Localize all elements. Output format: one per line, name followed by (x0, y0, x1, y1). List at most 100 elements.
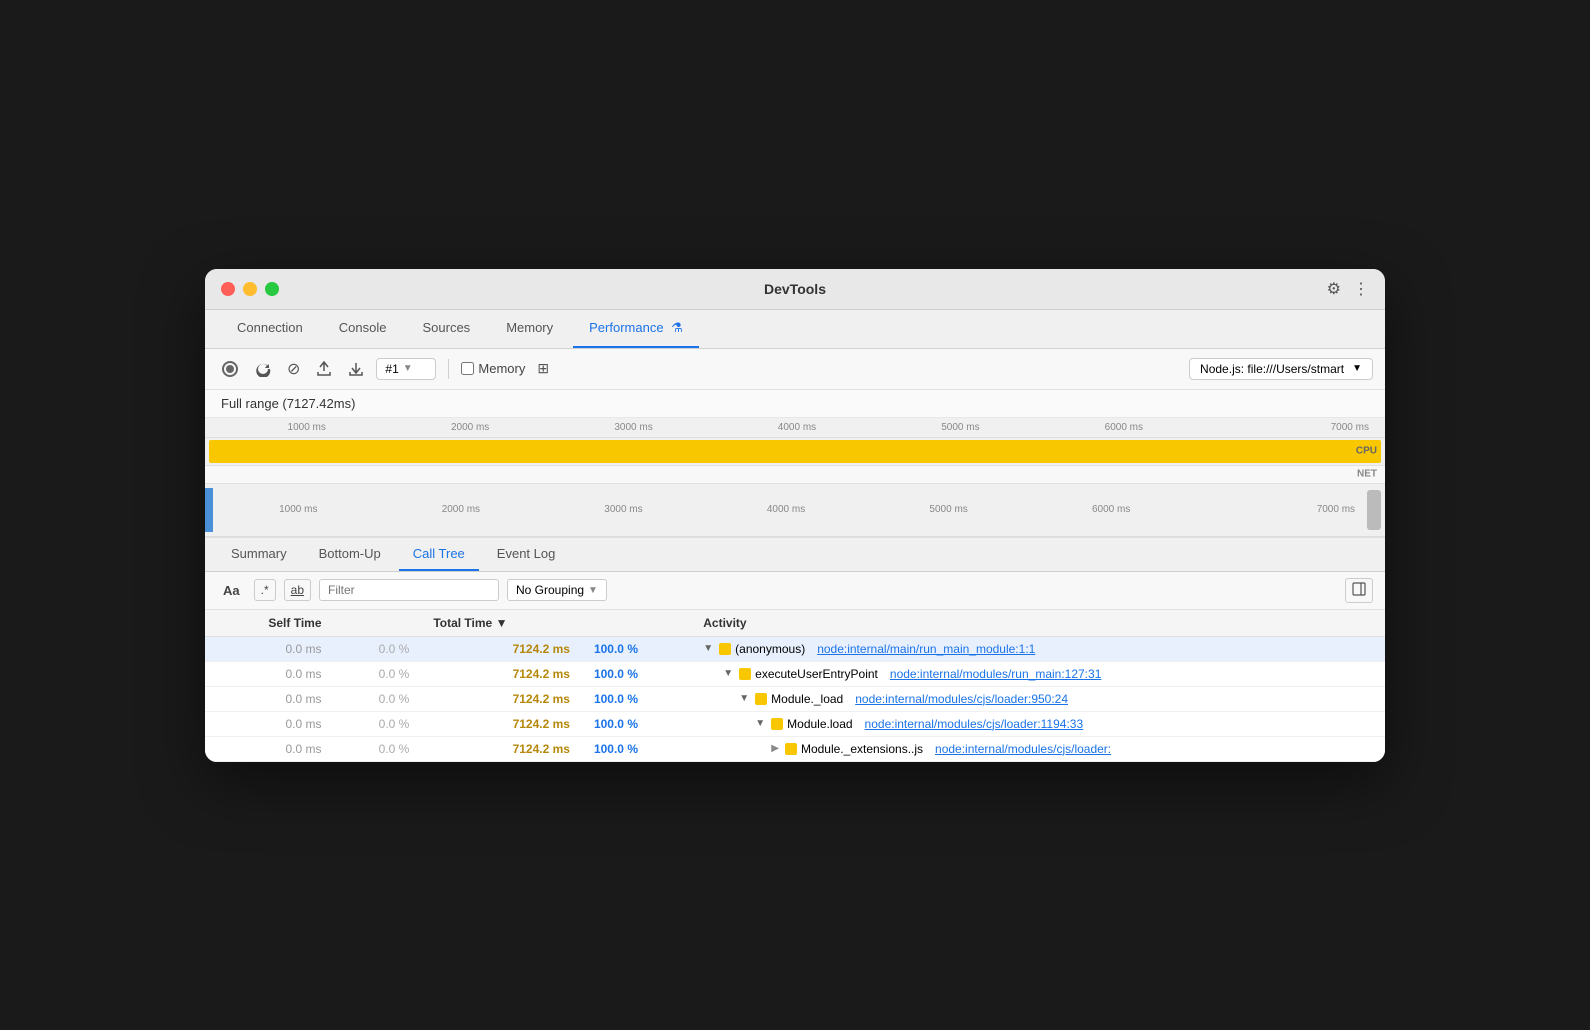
activity: ▼ (anonymous) node:internal/main/run_mai… (691, 636, 1385, 661)
ruler-mark-7: 7000 ms (1206, 422, 1373, 433)
timeline-bottom-ruler: 1000 ms 2000 ms 3000 ms 4000 ms 5000 ms … (205, 484, 1385, 537)
grouping-select[interactable]: No Grouping ▼ (507, 579, 607, 601)
table-row[interactable]: 0.0 ms 0.0 % 7124.2 ms 100.0 % ▼ Module.… (205, 711, 1385, 736)
toolbar: ⊘ #1 ▼ Memory ⊞ Node.js: file:///Users/s… (205, 349, 1385, 390)
total-pct: 100.0 % (582, 686, 691, 711)
devtools-window: DevTools ⚙ ⋮ Connection Console Sources … (205, 269, 1385, 762)
tab-summary[interactable]: Summary (217, 538, 301, 571)
maximize-button[interactable] (265, 282, 279, 296)
filter-input[interactable] (319, 579, 499, 601)
task-icon (785, 743, 797, 755)
self-pct: 0.0 % (334, 711, 422, 736)
tab-bottom-up[interactable]: Bottom-Up (305, 538, 395, 571)
timeline-top-ruler: 1000 ms 2000 ms 3000 ms 4000 ms 5000 ms … (205, 418, 1385, 438)
regex-button[interactable]: .* (254, 579, 276, 601)
timeline-area: Full range (7127.42ms) 1000 ms 2000 ms 3… (205, 390, 1385, 538)
total-pct: 100.0 % (582, 736, 691, 761)
self-pct: 0.0 % (334, 686, 422, 711)
ruler-mark-2: 2000 ms (388, 422, 551, 433)
ruler-mark-4: 4000 ms (715, 422, 878, 433)
reload-button[interactable] (251, 357, 275, 381)
record-button[interactable] (217, 356, 243, 382)
tab-console[interactable]: Console (323, 310, 403, 347)
col-total-pct (582, 610, 691, 637)
activity: ▼ Module.load node:internal/modules/cjs/… (691, 711, 1385, 736)
total-time: 7124.2 ms (421, 736, 582, 761)
activity: ▶ Module._extensions..js node:internal/m… (691, 736, 1385, 761)
self-time: 0.0 ms (205, 736, 334, 761)
col-self-time: Self Time (205, 610, 334, 637)
self-pct: 0.0 % (334, 661, 422, 686)
self-time: 0.0 ms (205, 661, 334, 686)
col-self-pct (334, 610, 422, 637)
activity: ▼ executeUserEntryPoint node:internal/mo… (691, 661, 1385, 686)
scrollbar-thumb[interactable] (1367, 490, 1381, 530)
window-title: DevTools (764, 281, 826, 297)
filter-bar: Aa .* ab No Grouping ▼ (205, 572, 1385, 610)
net-bar-container: NET (205, 466, 1385, 484)
import-button[interactable] (344, 357, 368, 381)
memory-checkbox-container: Memory (461, 361, 525, 376)
table-row[interactable]: 0.0 ms 0.0 % 7124.2 ms 100.0 % ▼ execute… (205, 661, 1385, 686)
ruler-mark-1: 1000 ms (225, 422, 388, 433)
data-table-container: Self Time Total Time ▼ Activity 0.0 ms 0… (205, 610, 1385, 762)
total-time: 7124.2 ms (421, 711, 582, 736)
reload-icon (255, 361, 271, 377)
total-time: 7124.2 ms (421, 661, 582, 686)
task-icon (755, 693, 767, 705)
tab-connection[interactable]: Connection (221, 310, 319, 347)
total-time: 7124.2 ms (421, 686, 582, 711)
record-icon (221, 360, 239, 378)
total-pct: 100.0 % (582, 661, 691, 686)
tab-performance[interactable]: Performance ⚗ (573, 310, 699, 348)
settings-button[interactable]: ⚙ (1327, 279, 1341, 299)
activity: ▼ Module._load node:internal/modules/cjs… (691, 686, 1385, 711)
col-activity: Activity (691, 610, 1385, 637)
memory-icon-button[interactable]: ⊞ (533, 356, 553, 381)
ruler-mark-6: 6000 ms (1042, 422, 1205, 433)
tab-memory[interactable]: Memory (490, 310, 569, 347)
col-total-time[interactable]: Total Time ▼ (421, 610, 582, 637)
nav-tabs: Connection Console Sources Memory Perfor… (205, 310, 1385, 349)
tab-sources[interactable]: Sources (406, 310, 486, 347)
self-time: 0.0 ms (205, 636, 334, 661)
table-row[interactable]: 0.0 ms 0.0 % 7124.2 ms 100.0 % ▼ Module.… (205, 686, 1385, 711)
total-pct: 100.0 % (582, 636, 691, 661)
table-row[interactable]: 0.0 ms 0.0 % 7124.2 ms 100.0 % ▼ (anonym… (205, 636, 1385, 661)
self-pct: 0.0 % (334, 636, 422, 661)
export-button[interactable] (312, 357, 336, 381)
target-selector[interactable]: Node.js: file:///Users/stmart ▼ (1189, 358, 1373, 380)
memory-checkbox[interactable] (461, 362, 474, 375)
full-range-label: Full range (7127.42ms) (205, 390, 1385, 418)
tab-event-log[interactable]: Event Log (483, 538, 570, 571)
self-time: 0.0 ms (205, 711, 334, 736)
export-icon (316, 361, 332, 377)
match-whole-button[interactable]: ab (284, 579, 311, 601)
tab-call-tree[interactable]: Call Tree (399, 538, 479, 571)
bottom-tabs: Summary Bottom-Up Call Tree Event Log (205, 538, 1385, 572)
task-icon (771, 718, 783, 730)
panel-toggle-button[interactable] (1345, 578, 1373, 603)
table-row[interactable]: 0.0 ms 0.0 % 7124.2 ms 100.0 % ▶ Module.… (205, 736, 1385, 761)
self-pct: 0.0 % (334, 736, 422, 761)
task-icon (719, 643, 731, 655)
cpu-bar-container: CPU (205, 438, 1385, 466)
recording-selector[interactable]: #1 ▼ (376, 358, 436, 380)
more-options-button[interactable]: ⋮ (1353, 279, 1369, 299)
ruler-mark-5: 5000 ms (879, 422, 1042, 433)
clear-button[interactable]: ⊘ (283, 355, 304, 383)
task-icon (739, 668, 751, 680)
title-bar-actions: ⚙ ⋮ (1327, 279, 1369, 299)
cpu-label: CPU (1356, 446, 1377, 457)
cpu-bar (209, 440, 1381, 463)
case-sensitive-button[interactable]: Aa (217, 580, 246, 601)
net-label: NET (1357, 469, 1377, 480)
panel-toggle-icon (1352, 582, 1366, 596)
title-bar: DevTools ⚙ ⋮ (205, 269, 1385, 310)
call-tree-table: Self Time Total Time ▼ Activity 0.0 ms 0… (205, 610, 1385, 762)
minimize-button[interactable] (243, 282, 257, 296)
import-icon (348, 361, 364, 377)
table-header-row: Self Time Total Time ▼ Activity (205, 610, 1385, 637)
total-pct: 100.0 % (582, 711, 691, 736)
close-button[interactable] (221, 282, 235, 296)
